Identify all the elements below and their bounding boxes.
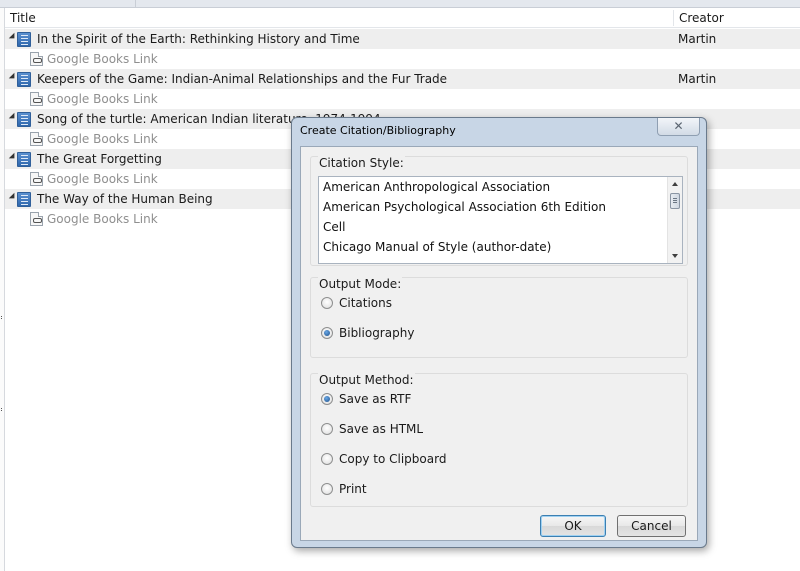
items-column-header: Title Creator xyxy=(5,8,800,28)
web-link-icon xyxy=(30,172,43,186)
radio-label[interactable]: Citations xyxy=(339,296,392,310)
attachment-row[interactable]: Google Books Link xyxy=(5,49,800,69)
web-link-icon xyxy=(30,132,43,146)
create-citation-dialog: Create Citation/Bibliography ✕ Citation … xyxy=(291,117,707,548)
item-title: The Great Forgetting xyxy=(37,152,162,166)
radio-button-icon[interactable] xyxy=(321,453,333,465)
web-link-icon xyxy=(30,92,43,106)
radio-button-selected-icon[interactable] xyxy=(321,327,333,339)
output-mode-group: Output Mode: Citations Bibliography xyxy=(310,277,688,358)
citation-style-label: Citation Style: xyxy=(318,156,405,170)
scroll-down-arrow-icon[interactable] xyxy=(672,254,678,258)
column-header-creator[interactable]: Creator xyxy=(679,11,724,25)
book-icon xyxy=(17,72,31,87)
web-link-icon xyxy=(30,52,43,66)
list-scrollbar[interactable] xyxy=(667,177,682,263)
expand-triangle-icon[interactable] xyxy=(8,152,18,162)
scroll-up-arrow-icon[interactable] xyxy=(672,182,678,186)
citation-style-group: Citation Style: American Anthropological… xyxy=(310,156,688,266)
radio-label[interactable]: Save as HTML xyxy=(339,422,423,436)
column-separator[interactable] xyxy=(673,10,674,26)
radio-label[interactable]: Copy to Clipboard xyxy=(339,452,446,466)
item-creator: Martin xyxy=(678,72,717,86)
item-title: The Way of the Human Being xyxy=(37,192,213,206)
item-title: In the Spirit of the Earth: Rethinking H… xyxy=(37,32,360,46)
cancel-button[interactable]: Cancel xyxy=(617,515,686,537)
book-icon xyxy=(17,112,31,127)
style-option[interactable]: Chicago Manual of Style (author-date) xyxy=(323,240,551,254)
item-title: Keepers of the Game: Indian-Animal Relat… xyxy=(37,72,448,86)
item-creator: Martin xyxy=(678,32,717,46)
style-option[interactable]: Cell xyxy=(323,220,345,234)
style-option[interactable]: American Psychological Association 6th E… xyxy=(323,200,606,214)
book-icon xyxy=(17,152,31,167)
radio-label[interactable]: Print xyxy=(339,482,367,496)
toolbar-segment xyxy=(0,0,136,7)
attachment-title: Google Books Link xyxy=(47,212,158,226)
output-method-group: Output Method: Save as RTF Save as HTML … xyxy=(310,373,688,507)
output-mode-label: Output Mode: xyxy=(318,277,403,291)
item-row[interactable]: In the Spirit of the Earth: Rethinking H… xyxy=(5,29,800,49)
radio-label[interactable]: Bibliography xyxy=(339,326,414,340)
radio-button-icon[interactable] xyxy=(321,483,333,495)
splitter-grip-icon xyxy=(1,408,4,411)
radio-button-selected-icon[interactable] xyxy=(321,393,333,405)
splitter-grip-icon xyxy=(1,316,4,319)
expand-triangle-icon[interactable] xyxy=(8,192,18,202)
item-row[interactable]: Keepers of the Game: Indian-Animal Relat… xyxy=(5,69,800,89)
attachment-title: Google Books Link xyxy=(47,52,158,66)
attachment-title: Google Books Link xyxy=(47,92,158,106)
expand-triangle-icon[interactable] xyxy=(8,72,18,82)
dialog-title: Create Citation/Bibliography xyxy=(300,124,456,137)
close-icon: ✕ xyxy=(673,119,684,133)
style-option[interactable]: American Anthropological Association xyxy=(323,180,550,194)
output-method-label: Output Method: xyxy=(318,373,415,387)
ok-button[interactable]: OK xyxy=(540,515,606,537)
scroll-thumb[interactable] xyxy=(670,193,680,209)
radio-button-icon[interactable] xyxy=(321,423,333,435)
expand-triangle-icon[interactable] xyxy=(8,32,18,42)
citation-style-list[interactable]: American Anthropological Association Ame… xyxy=(318,176,683,264)
attachment-title: Google Books Link xyxy=(47,172,158,186)
window-top-strip xyxy=(0,0,800,8)
expand-triangle-icon[interactable] xyxy=(8,112,18,122)
book-icon xyxy=(17,192,31,207)
radio-button-icon[interactable] xyxy=(321,297,333,309)
radio-label[interactable]: Save as RTF xyxy=(339,392,411,406)
attachment-title: Google Books Link xyxy=(47,132,158,146)
web-link-icon xyxy=(30,212,43,226)
column-header-title[interactable]: Title xyxy=(10,11,36,25)
close-button[interactable]: ✕ xyxy=(657,118,700,136)
book-icon xyxy=(17,32,31,47)
attachment-row[interactable]: Google Books Link xyxy=(5,89,800,109)
dialog-content: Citation Style: American Anthropological… xyxy=(300,146,698,541)
